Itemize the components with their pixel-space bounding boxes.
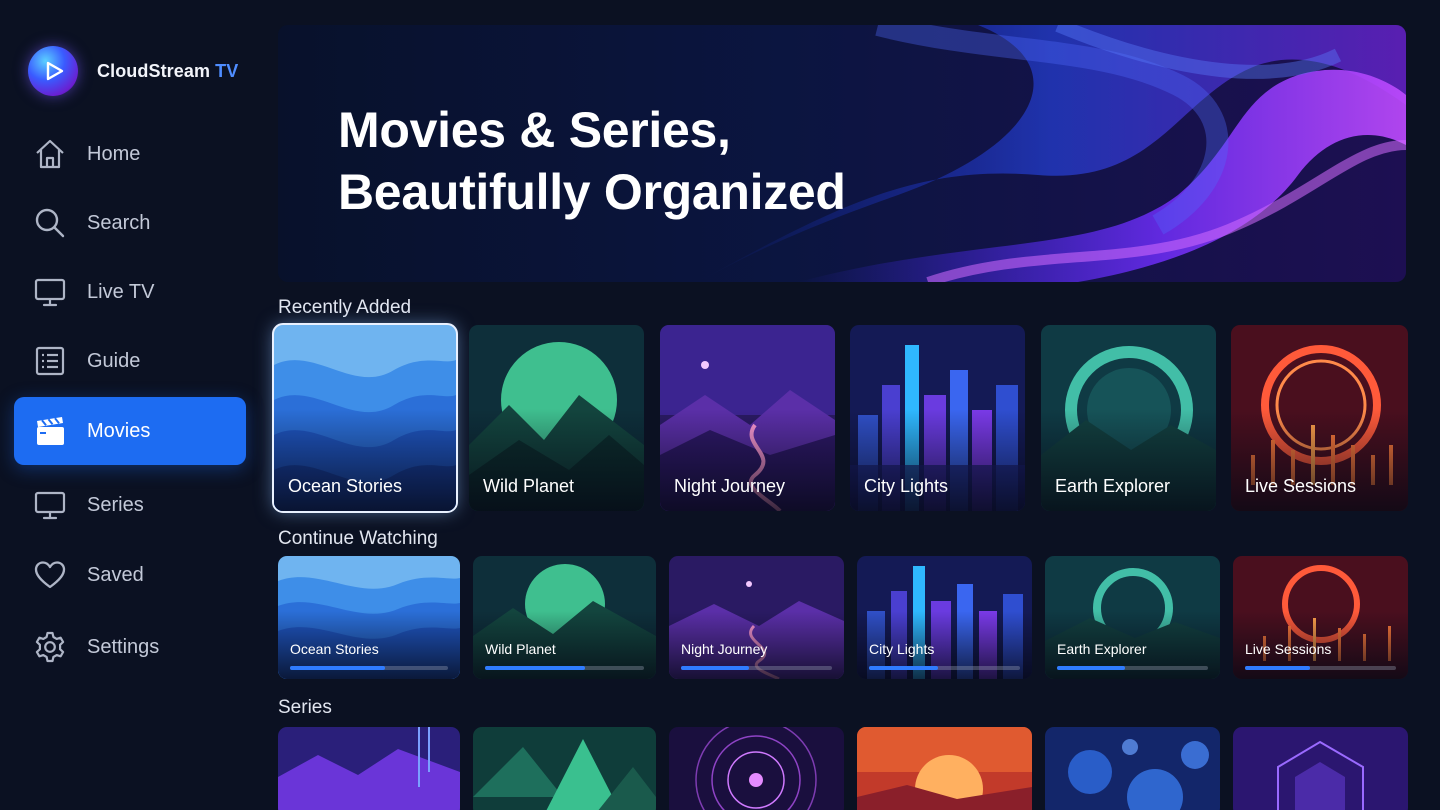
tv-icon: [32, 274, 68, 310]
series-artwork: [669, 727, 844, 810]
card-title: Live Sessions: [1245, 476, 1357, 496]
card-title: Live Sessions: [1245, 641, 1332, 657]
sidebar-item-label: Movies: [87, 419, 151, 442]
series-card-2[interactable]: [473, 727, 656, 810]
card-title: Ocean Stories: [288, 476, 403, 496]
app-name: CloudStream TV: [97, 61, 238, 82]
continue-card-earth-explorer[interactable]: Earth Explorer: [1045, 556, 1220, 679]
progress-bar: [869, 666, 1020, 670]
progress-bar: [681, 666, 832, 670]
series-card-6[interactable]: [1233, 727, 1408, 810]
media-card-wild-planet[interactable]: Wild Planet: [469, 325, 644, 511]
guide-icon: [32, 343, 68, 379]
media-card-live-sessions[interactable]: Live Sessions: [1231, 325, 1408, 511]
card-title: Wild Planet: [485, 641, 556, 657]
monitor-icon: [32, 487, 68, 523]
row-title-recently-added: Recently Added: [278, 297, 412, 318]
continue-card-wild-planet[interactable]: Wild Planet: [473, 556, 656, 679]
sidebar-item-home[interactable]: Home: [14, 120, 246, 188]
media-card-earth-explorer[interactable]: Earth Explorer: [1041, 325, 1216, 511]
progress-bar: [290, 666, 448, 670]
row-title-series: Series: [278, 697, 332, 718]
sidebar-item-saved[interactable]: Saved: [14, 541, 246, 609]
continue-card-live-sessions[interactable]: Live Sessions: [1233, 556, 1408, 679]
media-card-night-journey[interactable]: Night Journey: [660, 325, 835, 511]
series-artwork: [473, 727, 656, 810]
card-title: City Lights: [864, 476, 949, 496]
continue-card-city-lights[interactable]: City Lights: [857, 556, 1032, 679]
app-name-text: CloudStream: [97, 60, 211, 81]
sidebar-item-live-tv[interactable]: Live TV: [14, 258, 246, 326]
sidebar: CloudStream TV Home Search Live TV Guide …: [0, 0, 262, 810]
hero-banner[interactable]: Movies & Series, Beautifully Organized: [278, 25, 1406, 282]
hero-title-line2: Beautifully Organized: [338, 164, 846, 220]
continue-card-ocean-stories[interactable]: Ocean Stories: [278, 556, 460, 679]
play-logo-icon: [28, 46, 78, 96]
sidebar-item-label: Series: [87, 493, 144, 516]
progress-fill: [1245, 666, 1310, 670]
clapperboard-icon: [32, 413, 68, 449]
progress-fill: [1057, 666, 1125, 670]
series-card-3[interactable]: [669, 727, 844, 810]
sidebar-item-series[interactable]: Series: [14, 471, 246, 539]
progress-bar: [1245, 666, 1396, 670]
series-card-5[interactable]: [1045, 727, 1220, 810]
hero-title: Movies & Series, Beautifully Organized: [338, 99, 846, 223]
sidebar-item-label: Saved: [87, 563, 144, 586]
row-title-continue-watching: Continue Watching: [278, 528, 438, 549]
sidebar-item-guide[interactable]: Guide: [14, 327, 246, 395]
home-icon: [32, 136, 68, 172]
progress-fill: [485, 666, 586, 670]
card-title: Earth Explorer: [1057, 641, 1147, 657]
card-title: Night Journey: [681, 641, 768, 657]
app-name-accent: TV: [215, 60, 239, 81]
sidebar-item-settings[interactable]: Settings: [14, 613, 246, 681]
progress-bar: [1057, 666, 1208, 670]
sidebar-item-label: Search: [87, 211, 151, 234]
continue-card-night-journey[interactable]: Night Journey: [669, 556, 844, 679]
gear-icon: [32, 629, 68, 665]
progress-fill: [681, 666, 749, 670]
progress-bar: [485, 666, 644, 670]
sidebar-item-label: Settings: [87, 635, 160, 658]
card-title: Earth Explorer: [1055, 476, 1171, 496]
series-artwork: [857, 727, 1032, 810]
sidebar-item-label: Home: [87, 142, 141, 165]
card-title: Wild Planet: [483, 476, 575, 496]
sidebar-item-label: Live TV: [87, 280, 155, 303]
media-card-ocean-stories[interactable]: Ocean Stories: [272, 323, 458, 513]
sidebar-item-label: Guide: [87, 349, 141, 372]
search-icon: [32, 205, 68, 241]
series-card-4[interactable]: [857, 727, 1032, 810]
series-artwork: [1045, 727, 1220, 810]
card-title: City Lights: [869, 641, 935, 657]
app-logo: CloudStream TV: [28, 46, 238, 96]
series-card-1[interactable]: [278, 727, 460, 810]
series-artwork: [278, 727, 460, 810]
card-title: Night Journey: [674, 476, 786, 496]
sidebar-item-search[interactable]: Search: [14, 189, 246, 257]
progress-fill: [869, 666, 939, 670]
sidebar-item-movies[interactable]: Movies: [14, 397, 246, 465]
hero-title-line1: Movies & Series,: [338, 102, 731, 158]
card-title: Ocean Stories: [290, 641, 379, 657]
progress-fill: [290, 666, 385, 670]
series-artwork: [1233, 727, 1408, 810]
heart-icon: [32, 557, 68, 593]
media-card-city-lights[interactable]: City Lights: [850, 325, 1025, 511]
